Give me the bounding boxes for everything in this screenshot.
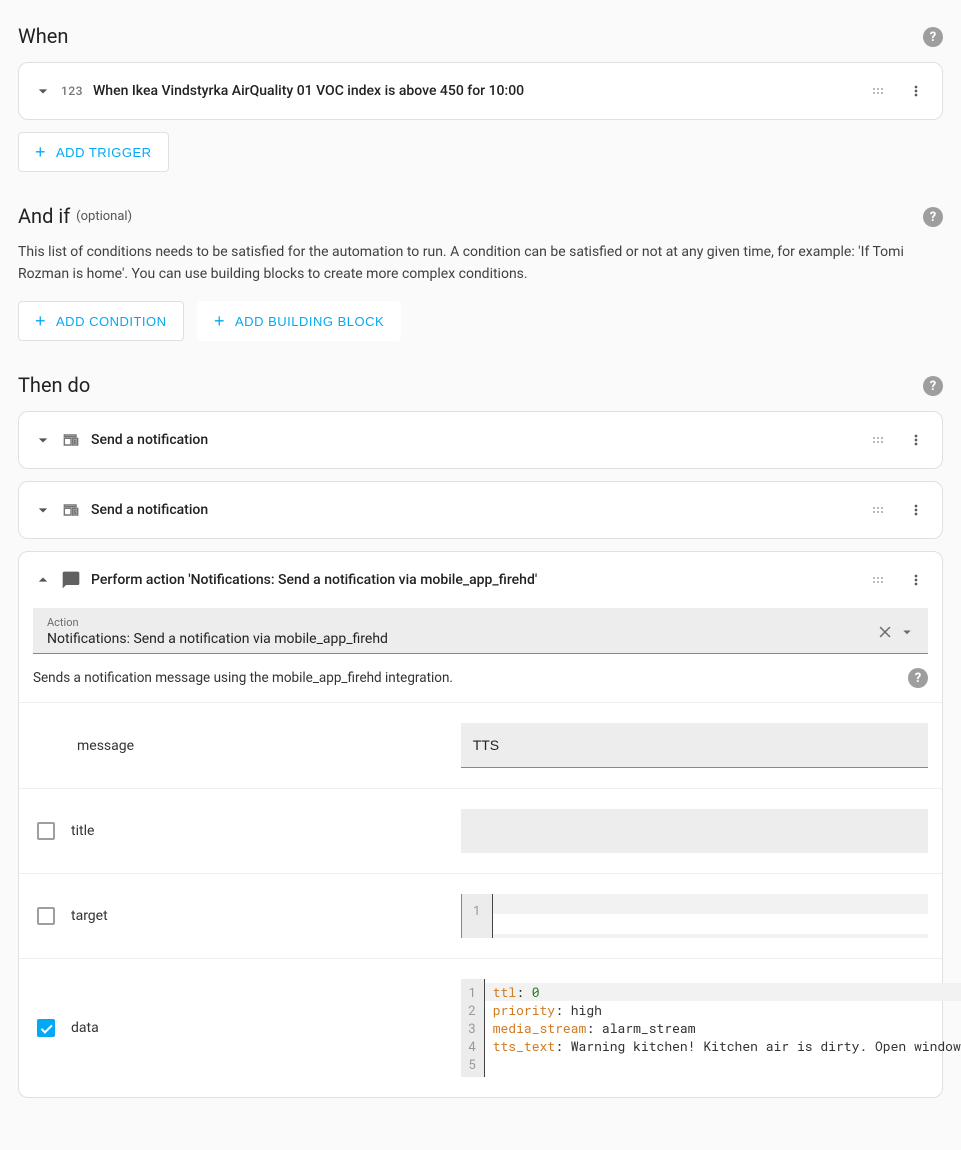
add-trigger-label: ADD TRIGGER	[56, 145, 152, 160]
help-icon[interactable]: ?	[923, 27, 943, 47]
plus-icon: +	[35, 312, 46, 330]
help-icon[interactable]: ?	[908, 668, 928, 688]
action-title: Perform action 'Notifications: Send a no…	[91, 572, 870, 588]
more-vert-icon[interactable]	[908, 432, 924, 448]
help-icon[interactable]: ?	[923, 207, 943, 227]
chevron-down-icon[interactable]	[31, 79, 55, 103]
more-vert-icon[interactable]	[908, 572, 924, 588]
add-building-block-label: ADD BUILDING BLOCK	[235, 314, 384, 329]
add-trigger-button[interactable]: + ADD TRIGGER	[18, 132, 169, 172]
chevron-down-icon[interactable]	[31, 498, 55, 522]
gutter-line-no: 4	[461, 1037, 484, 1055]
more-vert-icon[interactable]	[908, 502, 924, 518]
gutter-line-no: 1	[461, 983, 484, 1001]
add-condition-button[interactable]: + ADD CONDITION	[18, 301, 184, 341]
add-building-block-button[interactable]: + ADD BUILDING BLOCK	[197, 301, 401, 341]
more-vert-icon[interactable]	[908, 83, 924, 99]
message-input[interactable]	[461, 723, 928, 768]
target-enable-checkbox[interactable]	[37, 907, 55, 925]
action-card-perform: Perform action 'Notifications: Send a no…	[18, 551, 943, 1098]
gutter-line-no: 1	[462, 900, 492, 920]
section-andif-title: And if (optional)	[18, 204, 132, 228]
andif-optional-tag: (optional)	[76, 209, 132, 224]
field-label-title: title	[71, 823, 94, 839]
action-card-notification[interactable]: Send a notification	[18, 411, 943, 469]
trigger-card[interactable]: 123 When Ikea Vindstyrka AirQuality 01 V…	[18, 62, 943, 120]
drag-handle-icon[interactable]	[870, 432, 886, 448]
section-when-title: When	[18, 24, 68, 48]
action-description: Sends a notification message using the m…	[33, 670, 453, 686]
chat-icon	[61, 570, 81, 590]
action-card-notification[interactable]: Send a notification	[18, 481, 943, 539]
section-thendo-title: Then do	[18, 373, 90, 397]
gutter-line-no: 3	[461, 1019, 484, 1037]
target-code-editor[interactable]: 1	[461, 894, 928, 938]
numeric-state-icon: 123	[61, 84, 83, 98]
add-condition-label: ADD CONDITION	[56, 314, 167, 329]
plus-icon: +	[214, 312, 225, 330]
gutter-line-no: 5	[461, 1055, 484, 1073]
devices-icon	[61, 430, 81, 450]
devices-icon	[61, 500, 81, 520]
field-label-data: data	[71, 1020, 99, 1036]
gutter-line-no: 2	[461, 1001, 484, 1019]
title-enable-checkbox[interactable]	[37, 822, 55, 840]
action-card-header[interactable]: Perform action 'Notifications: Send a no…	[19, 552, 942, 608]
andif-title-text: And if	[18, 204, 70, 228]
chevron-up-icon[interactable]	[31, 568, 55, 592]
plus-icon: +	[35, 143, 46, 161]
andif-description: This list of conditions needs to be sati…	[18, 242, 943, 285]
action-selector-value: Notifications: Send a notification via m…	[47, 631, 876, 647]
field-label-target: target	[71, 908, 108, 924]
drag-handle-icon[interactable]	[870, 502, 886, 518]
action-selector[interactable]: Action Notifications: Send a notificatio…	[33, 608, 928, 654]
data-enable-checkbox[interactable]	[37, 1019, 55, 1037]
drag-handle-icon[interactable]	[870, 83, 886, 99]
help-icon[interactable]: ?	[923, 376, 943, 396]
action-title: Send a notification	[91, 502, 870, 518]
title-input[interactable]	[461, 809, 928, 853]
drag-handle-icon[interactable]	[870, 572, 886, 588]
trigger-title: When Ikea Vindstyrka AirQuality 01 VOC i…	[93, 83, 870, 99]
action-selector-label: Action	[47, 616, 876, 629]
field-label-message: message	[77, 738, 134, 754]
chevron-down-icon[interactable]	[31, 428, 55, 452]
dropdown-arrow-icon[interactable]	[898, 623, 916, 641]
data-code-editor[interactable]: 12345 ttl: 0priority: highmedia_stream: …	[461, 979, 961, 1077]
action-title: Send a notification	[91, 432, 870, 448]
clear-icon[interactable]	[876, 623, 894, 641]
